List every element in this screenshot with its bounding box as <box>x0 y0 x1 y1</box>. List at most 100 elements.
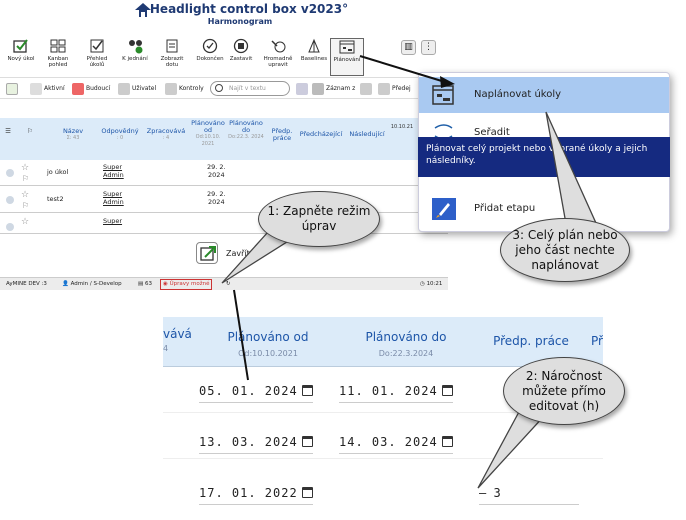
col-predchazejici[interactable]: Předcházející <box>297 131 345 138</box>
filter-budouci[interactable]: Budoucí <box>72 82 110 96</box>
search-icon <box>215 84 223 92</box>
tooltip: Plánovat celý projekt nebo vybrané úkoly… <box>418 137 670 177</box>
planned-to-input[interactable]: 11. 01. 2024 <box>339 384 453 403</box>
effort-input[interactable]: — 3 <box>479 486 579 505</box>
plan-tasks-label: Naplánovat úkoly <box>474 89 562 100</box>
calendar-icon[interactable] <box>441 436 453 447</box>
app-title: Headlight control box v2023° <box>149 2 349 16</box>
col-timeline: 10.10.21 <box>390 124 414 130</box>
plan-tasks-icon <box>432 85 454 105</box>
future-icon <box>72 82 84 95</box>
planned-from-input[interactable]: 05. 01. 2024 <box>199 384 313 403</box>
flag-header-icon: ⚐ <box>27 127 33 135</box>
planned-from-input[interactable]: 13. 03. 2024 <box>199 435 313 454</box>
logo-icon <box>135 3 151 17</box>
close-button[interactable]: Zavřít <box>196 238 256 268</box>
owner-cell: Super Admin <box>103 163 124 179</box>
sort-button[interactable] <box>360 82 374 96</box>
calendar-icon[interactable] <box>441 385 453 396</box>
filter-predej[interactable]: Předej <box>378 82 411 96</box>
app-subtitle: Harmonogram <box>207 17 273 26</box>
view-button[interactable]: Zobrazit dotu <box>155 38 189 76</box>
baselines-icon <box>308 38 320 53</box>
search-go-icon <box>296 82 308 95</box>
search-input[interactable]: Najít v textu <box>210 81 290 96</box>
col-planovano-do[interactable]: Plánováno do Do:22.3. 2024 <box>228 120 264 141</box>
col-next-zoom: Př <box>591 334 603 348</box>
task-overview-button[interactable]: Přehled úkolů <box>80 38 114 76</box>
callout-1: 1: Zapněte režim úprav <box>258 191 380 247</box>
col-predp-prace[interactable]: Předp. práce <box>268 128 296 142</box>
flag-icon[interactable]: ⚐ <box>22 201 29 210</box>
complete-icon <box>202 38 218 54</box>
columns-icon: ▥ <box>404 42 413 52</box>
filter-kontroly[interactable]: Kontroly <box>165 82 204 96</box>
filter-aktivni[interactable]: Aktivní <box>30 82 65 96</box>
calendar-icon[interactable] <box>301 487 313 498</box>
filter-zaznam[interactable]: Záznam z <box>312 82 355 96</box>
bulk-edit-label: Hromadně upravit <box>263 56 293 68</box>
callout-3: 3: Celý plán nebo jeho část nechte naplá… <box>500 218 630 282</box>
star-icon[interactable]: ☆ <box>21 190 29 200</box>
col-predp-prace-zoom[interactable]: Předp. práce <box>481 334 581 348</box>
col-odpovedny[interactable]: Odpovědný: 0 <box>98 128 142 142</box>
calendar-icon[interactable] <box>301 436 313 447</box>
kanban-label: Kanban pohled <box>47 56 69 68</box>
star-icon[interactable]: ☆ <box>21 163 29 173</box>
col-planovano-do-zoom[interactable]: Plánováno do Do:22.3.2024 <box>341 330 471 358</box>
menu-item-plan-tasks[interactable]: Naplánovat úkoly <box>419 77 669 113</box>
bulk-edit-button[interactable]: Hromadně upravit <box>261 38 295 76</box>
close-label: Zavřít <box>226 249 250 258</box>
table-row[interactable]: ☆ Super <box>0 214 448 234</box>
planning-button[interactable]: Plánování <box>330 38 364 76</box>
grid-menu-icon[interactable]: ☰ <box>3 128 13 135</box>
kanban-button[interactable]: Kanban pohled <box>41 38 75 76</box>
owner-cell: Super Admin <box>103 190 124 206</box>
complete-button[interactable]: Dokončen <box>193 38 227 76</box>
more-menu-button[interactable]: ⋮ <box>421 40 436 55</box>
table-row[interactable]: ☆ ⚐ test2 Super Admin 29. 2. 2024 <box>0 187 448 213</box>
task-name[interactable]: test2 <box>47 195 64 203</box>
add-stage-label: Přidat etapu <box>474 203 536 214</box>
active-icon <box>30 82 42 95</box>
favorite-filter-button[interactable] <box>6 82 20 96</box>
owner-cell: Super <box>103 217 123 225</box>
stop-button[interactable]: Zastavit <box>224 38 258 76</box>
bulk-edit-icon <box>271 40 286 53</box>
refresh-icon[interactable]: ↻ <box>226 278 231 290</box>
table-row[interactable]: ☆ ⚐ jo úkol Super Admin 29. 2. 2024 <box>0 160 448 186</box>
complete-label: Dokončen <box>196 56 224 62</box>
star-filter-icon <box>6 82 18 95</box>
col-zpracovava-zoom: vává 4 <box>163 327 192 353</box>
edit-mode-toggle[interactable]: ◉ Úpravy možné <box>160 279 213 290</box>
col-zpracovava[interactable]: Zpracovává: 4 <box>144 128 188 142</box>
task-name[interactable]: jo úkol <box>47 168 68 176</box>
handover-icon <box>378 82 390 95</box>
baselines-button[interactable]: Baselines <box>297 38 331 76</box>
calendar-icon[interactable] <box>301 385 313 396</box>
panel-toggle-button[interactable]: ▥ <box>401 40 416 55</box>
new-task-button[interactable]: Nový úkol <box>4 38 38 76</box>
meeting-button[interactable]: K jednání <box>118 38 152 76</box>
user-status[interactable]: 👤 Admin / S-Develop <box>62 278 122 290</box>
planned-to-input[interactable]: 14. 03. 2024 <box>339 435 453 454</box>
status-dot <box>6 196 14 204</box>
ribbon-toolbar: Nový úkol Kanban pohled Přehled úkolů K … <box>0 36 448 78</box>
col-planovano-od-zoom[interactable]: Plánováno od Od:10.10.2021 <box>203 330 333 358</box>
callout-2: 2: Náročnost můžete přímo editovat (h) <box>503 357 625 425</box>
col-nasledujici[interactable]: Následující <box>345 131 389 138</box>
search-go-button[interactable] <box>296 82 310 96</box>
filter-uzivatel[interactable]: Uživatel <box>118 82 156 96</box>
flag-icon[interactable]: ⚐ <box>22 174 29 183</box>
col-nazev[interactable]: Název Σ: 43 <box>55 128 91 142</box>
filter-predej-label: Předej <box>392 85 411 92</box>
sort-icon <box>360 82 372 95</box>
status-dot <box>6 169 14 177</box>
star-icon[interactable]: ☆ <box>21 217 29 227</box>
title-bar: Headlight control box v2023° Harmonogram <box>130 2 350 28</box>
planning-icon <box>339 40 355 54</box>
stop-icon <box>233 38 249 54</box>
app-window: Headlight control box v2023° Harmonogram… <box>0 0 448 290</box>
col-planovano-od[interactable]: Plánováno od Od:10.10. 2021 <box>190 120 226 148</box>
planned-from-input[interactable]: 17. 01. 2022 <box>199 486 313 505</box>
